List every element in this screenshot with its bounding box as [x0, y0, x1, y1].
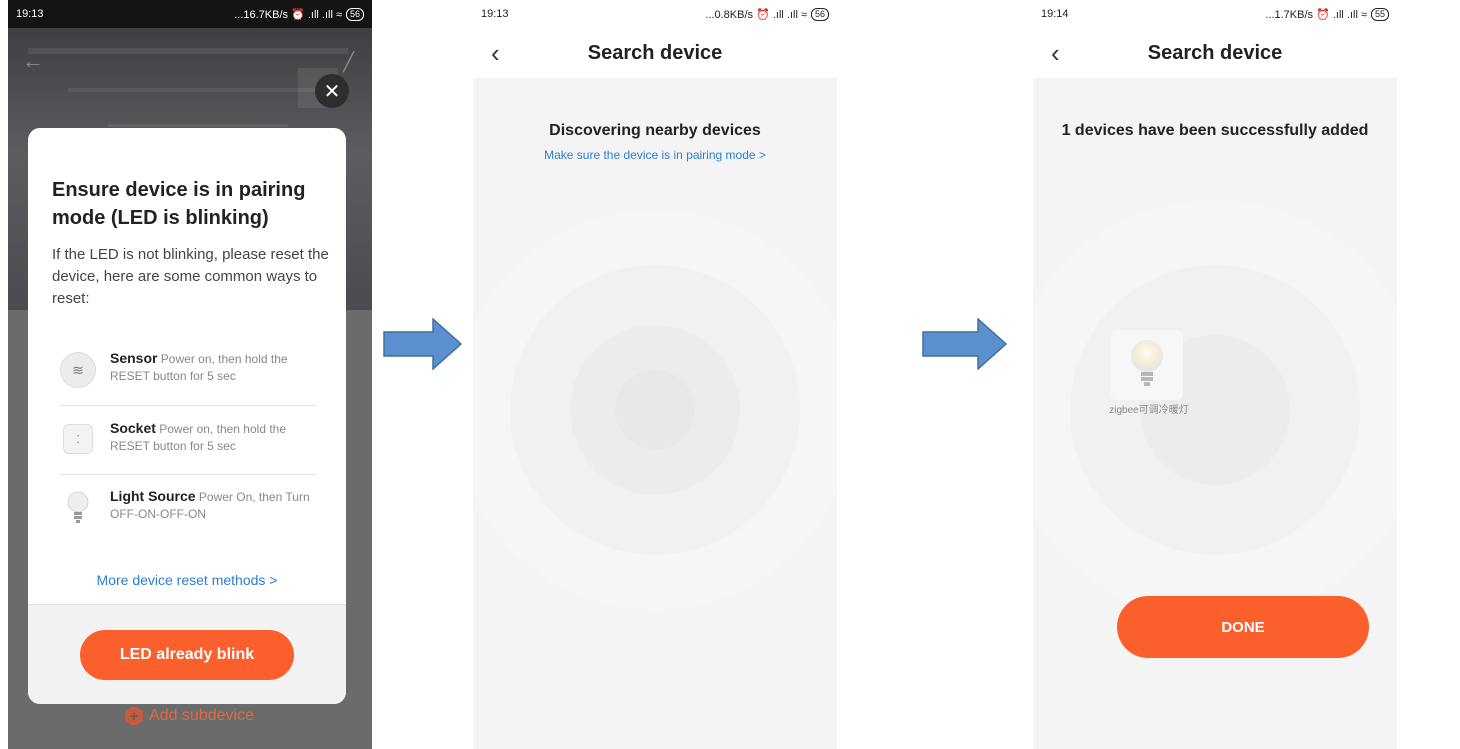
- back-chevron-icon[interactable]: ‹: [491, 38, 500, 69]
- reset-method-light-source: Light Source Power On, then Turn OFF-ON-…: [60, 488, 316, 548]
- dialog-title: Ensure device is in pairing mode (LED is…: [52, 179, 306, 229]
- search-device-screen: 19:13 ...0.8KB/s ⏰ .ıll .ıll ≈ 56 ‹ Sear…: [473, 0, 837, 749]
- reset-method-sensor: ≋ Sensor Power on, then hold the RESET b…: [60, 350, 316, 410]
- more-reset-methods-link[interactable]: More device reset methods >: [28, 572, 346, 588]
- search-result-screen: 19:14 ...1.7KB/s ⏰ .ıll .ıll ≈ 55 ‹ Sear…: [1033, 0, 1397, 749]
- close-icon[interactable]: ✕: [315, 74, 349, 108]
- sensor-icon: ≋: [60, 352, 96, 388]
- radar-ring-inner: [615, 370, 695, 450]
- divider: [60, 474, 316, 475]
- add-subdevice-label: Add subdevice: [149, 707, 254, 724]
- nav-bar: ‹ Search device: [1033, 28, 1397, 78]
- dialog-description: If the LED is not blinking, please reset…: [52, 246, 329, 307]
- reset-method-name: Socket: [110, 420, 156, 436]
- divider: [60, 405, 316, 406]
- back-chevron-icon[interactable]: ‹: [1051, 38, 1060, 69]
- edit-icon[interactable]: ╱: [343, 52, 354, 73]
- page-title: Search device: [587, 41, 723, 64]
- status-bar: 19:13 ...0.8KB/s ⏰ .ıll .ıll ≈ 56: [473, 0, 837, 28]
- battery-icon: 56: [810, 7, 829, 21]
- back-arrow-icon[interactable]: ←: [22, 48, 44, 74]
- discovering-heading: Discovering nearby devices: [549, 122, 761, 139]
- led-already-blink-button[interactable]: LED already blink: [80, 630, 294, 680]
- status-indicators: ...0.8KB/s ⏰ .ıll .ıll ≈: [705, 8, 807, 21]
- flow-arrow-icon: [383, 318, 463, 370]
- found-device-card[interactable]: [1111, 330, 1183, 400]
- status-bar: 19:14 ...1.7KB/s ⏰ .ıll .ıll ≈ 55: [1033, 0, 1397, 28]
- reset-method-name: Light Source: [110, 488, 196, 504]
- battery-icon: 56: [345, 7, 364, 21]
- status-time: 19:13: [16, 8, 44, 20]
- page-title: Search device: [1147, 41, 1283, 64]
- socket-icon: ⁚: [63, 424, 93, 454]
- pairing-mode-help-link[interactable]: Make sure the device is in pairing mode …: [473, 148, 837, 162]
- reset-method-socket: ⁚ Socket Power on, then hold the RESET b…: [60, 420, 316, 480]
- bulb-icon: [60, 490, 96, 526]
- status-indicators: ...1.7KB/s ⏰ .ıll .ıll ≈: [1265, 8, 1367, 21]
- plus-icon: +: [125, 707, 143, 725]
- pairing-instructions-screen: 19:13 ...16.7KB/s ⏰ .ıll .ıll ≈ 56 ← ╱ ✕…: [8, 0, 372, 749]
- pairing-mode-dialog: Ensure device is in pairing mode (LED is…: [28, 128, 346, 704]
- nav-bar: ‹ Search device: [473, 28, 837, 78]
- status-indicators: ...16.7KB/s ⏰ .ıll .ıll ≈: [234, 8, 342, 21]
- flow-arrow-icon: [922, 318, 1008, 370]
- status-time: 19:13: [481, 8, 509, 20]
- battery-icon: 55: [1370, 7, 1389, 21]
- bulb-icon: [1131, 340, 1163, 386]
- add-subdevice-button[interactable]: + Add subdevice: [125, 707, 254, 725]
- status-bar: 19:13 ...16.7KB/s ⏰ .ıll .ıll ≈ 56: [8, 0, 372, 28]
- reset-method-name: Sensor: [110, 350, 158, 366]
- success-heading: 1 devices have been successfully added: [1061, 122, 1369, 139]
- done-button[interactable]: DONE: [1117, 596, 1369, 658]
- found-device-name: zigbee可调冷暖灯: [1109, 405, 1189, 416]
- status-time: 19:14: [1041, 8, 1069, 20]
